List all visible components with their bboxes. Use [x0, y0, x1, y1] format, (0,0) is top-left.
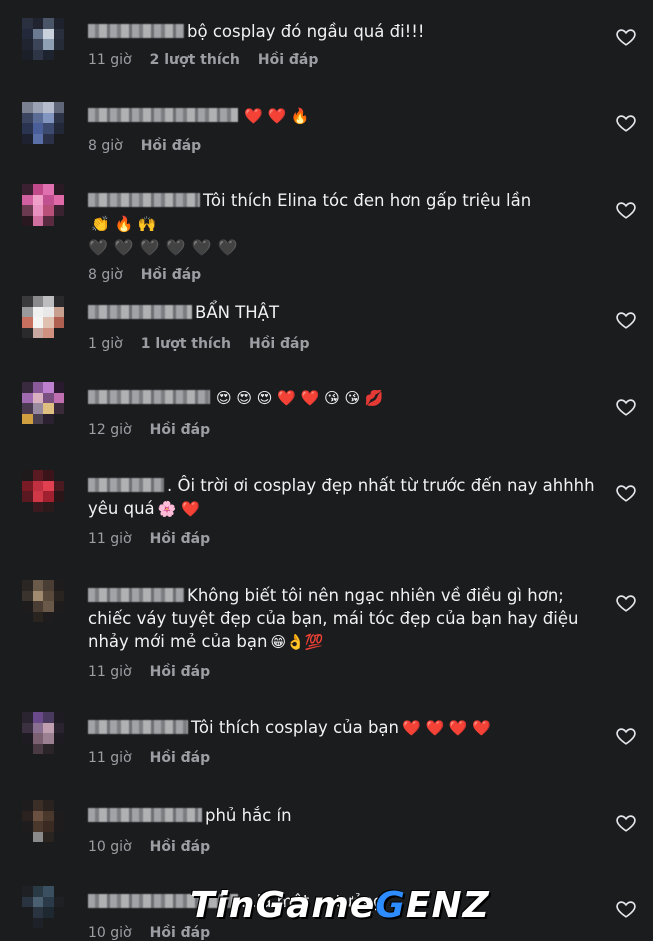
reply-button[interactable]: Hồi đáp	[258, 52, 319, 68]
avatar[interactable]	[22, 712, 64, 754]
username-blurred[interactable]	[88, 24, 184, 38]
comment-time: 8 giờ	[88, 138, 123, 154]
comment-text: phủ hắc ín	[205, 806, 292, 825]
comment-time: 10 giờ	[88, 925, 132, 941]
watermark-logo: TinGameGENZ	[190, 885, 490, 926]
avatar[interactable]	[22, 382, 64, 424]
username-blurred[interactable]	[88, 390, 210, 404]
reply-button[interactable]: Hồi đáp	[150, 925, 211, 941]
like-count[interactable]: 1 lượt thích	[141, 336, 231, 352]
comment-emojis: 😁👌💯	[270, 633, 324, 651]
heart-outline-icon[interactable]	[615, 812, 637, 834]
avatar[interactable]	[22, 886, 64, 928]
heart-outline-icon[interactable]	[615, 112, 637, 134]
comment-time: 1 giờ	[88, 336, 123, 352]
heart-outline-icon[interactable]	[615, 396, 637, 418]
reply-button[interactable]: Hồi đáp	[141, 267, 202, 283]
username-blurred[interactable]	[88, 588, 184, 602]
avatar[interactable]	[22, 102, 64, 144]
comment-emojis: 😍 😍 😍 ❤️ ❤️ 😘 😘 💋	[216, 389, 384, 407]
heart-outline-icon[interactable]	[615, 482, 637, 504]
avatar[interactable]	[22, 470, 64, 512]
dark-hearts: 🖤🖤🖤🖤🖤🖤	[88, 238, 244, 257]
like-count[interactable]: 2 lượt thích	[150, 52, 240, 68]
reply-button[interactable]: Hồi đáp	[150, 664, 211, 680]
avatar[interactable]	[22, 800, 64, 842]
comment-text: BẨN THẬT	[195, 303, 280, 322]
comment-time: 8 giờ	[88, 267, 123, 283]
comment-emojis: ❤️ ❤️ 🔥	[244, 107, 310, 125]
comment-time: 11 giờ	[88, 664, 132, 680]
comment-emojis: ❤️ ❤️ ❤️ ❤️	[402, 719, 492, 737]
heart-outline-icon[interactable]	[615, 898, 637, 920]
comment-emojis: 🌸 ❤️	[157, 500, 200, 518]
reply-button[interactable]: Hồi đáp	[150, 750, 211, 766]
heart-outline-icon[interactable]	[615, 309, 637, 331]
comment-text: Tôi thích cosplay của bạn	[191, 718, 399, 737]
reply-button[interactable]: Hồi đáp	[150, 839, 211, 855]
username-blurred[interactable]	[88, 478, 164, 492]
heart-outline-icon[interactable]	[615, 26, 637, 48]
heart-outline-icon[interactable]	[615, 725, 637, 747]
reply-button[interactable]: Hồi đáp	[249, 336, 310, 352]
comment-time: 11 giờ	[88, 52, 132, 68]
avatar[interactable]	[22, 296, 64, 338]
comment-time: 10 giờ	[88, 839, 132, 855]
username-blurred[interactable]	[88, 808, 202, 822]
username-blurred[interactable]	[88, 108, 238, 122]
avatar[interactable]	[22, 580, 64, 622]
reply-button[interactable]: Hồi đáp	[150, 422, 211, 438]
comment-text: bộ cosplay đó ngầu quá đi!!!	[187, 22, 425, 41]
comment-time: 11 giờ	[88, 750, 132, 766]
username-blurred[interactable]	[88, 193, 200, 207]
reply-button[interactable]: Hồi đáp	[141, 138, 202, 154]
comment-text: Tôi thích Elina tóc đen hơn gấp triệu lầ…	[203, 191, 532, 210]
avatar[interactable]	[22, 184, 64, 226]
avatar[interactable]	[22, 18, 64, 60]
heart-outline-icon[interactable]	[615, 592, 637, 614]
reply-button[interactable]: Hồi đáp	[150, 531, 211, 547]
comment-time: 12 giờ	[88, 422, 132, 438]
comment-time: 11 giờ	[88, 531, 132, 547]
comment-emojis: 👏 🔥 🙌	[91, 215, 157, 233]
heart-outline-icon[interactable]	[615, 199, 637, 221]
username-blurred[interactable]	[88, 720, 188, 734]
username-blurred[interactable]	[88, 305, 192, 319]
